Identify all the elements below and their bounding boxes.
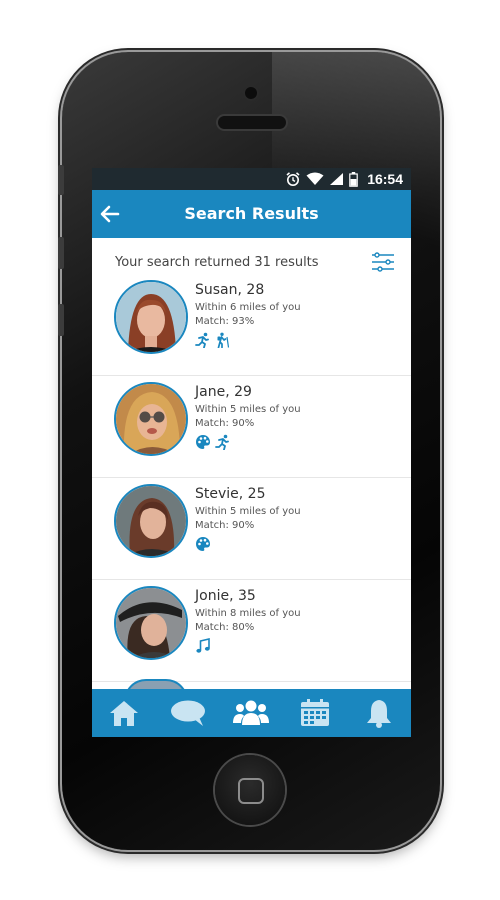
home-icon: [109, 701, 138, 726]
running-icon: [195, 332, 209, 348]
home-button-square: [238, 778, 264, 804]
running-icon: [215, 434, 229, 450]
mute-switch: [58, 165, 64, 195]
palette-icon: [196, 435, 210, 449]
profile-name: Stevie, 25: [195, 486, 266, 502]
page-title: Search Results: [184, 204, 319, 223]
app-screen: 16:54 Search Results Your search returne…: [92, 168, 411, 737]
profile-distance: Within 6 miles of you: [195, 302, 301, 313]
profile-distance: Within 5 miles of you: [195, 404, 301, 415]
volume-up-button: [58, 237, 64, 269]
volume-down-button: [58, 304, 64, 336]
profile-name: Jane, 29: [195, 384, 252, 400]
interest-icons: [195, 332, 231, 348]
palette-icon: [196, 537, 210, 551]
bottom-nav: [92, 689, 411, 737]
battery-icon: [349, 171, 358, 187]
profile-match: Match: 90%: [195, 520, 255, 531]
profile-distance: Within 8 miles of you: [195, 608, 301, 619]
nav-home[interactable]: [104, 693, 144, 733]
profile-name: Susan, 28: [195, 282, 265, 298]
profile-distance: Within 5 miles of you: [195, 506, 301, 517]
filter-sliders-icon[interactable]: [371, 252, 395, 272]
bell-icon: [367, 700, 392, 728]
hiking-icon: [217, 332, 230, 348]
alarm-icon: [286, 172, 300, 186]
status-bar: 16:54: [92, 168, 411, 190]
calendar-icon: [301, 699, 330, 726]
avatar[interactable]: [114, 382, 188, 456]
profile-name: Jonie, 35: [195, 588, 256, 604]
wifi-icon: [306, 172, 324, 185]
interest-icons: [195, 638, 211, 654]
nav-calendar[interactable]: [295, 693, 335, 733]
list-item[interactable]: Stevie, 25 Within 5 miles of you Match: …: [92, 478, 411, 580]
avatar[interactable]: [114, 586, 188, 660]
chat-icon: [170, 700, 205, 726]
avatar[interactable]: [114, 280, 188, 354]
interest-icons: [195, 434, 231, 450]
earpiece-speaker: [218, 116, 286, 129]
list-item[interactable]: Jonie, 35 Within 8 miles of you Match: 8…: [92, 580, 411, 682]
list-item[interactable]: Jane, 29 Within 5 miles of you Match: 90…: [92, 376, 411, 478]
interest-icons: [195, 536, 211, 552]
app-bar: Search Results: [92, 190, 411, 238]
results-list: Susan, 28 Within 6 miles of you Match: 9…: [92, 274, 411, 682]
profile-match: Match: 80%: [195, 622, 255, 633]
profile-match: Match: 90%: [195, 418, 255, 429]
profile-match: Match: 93%: [195, 316, 255, 327]
nav-people[interactable]: [231, 693, 271, 733]
front-camera: [245, 87, 257, 99]
nav-chat[interactable]: [168, 693, 208, 733]
avatar[interactable]: [114, 484, 188, 558]
signal-icon: [330, 173, 344, 185]
status-time: 16:54: [367, 171, 403, 187]
home-button[interactable]: [215, 755, 285, 825]
nav-notifications[interactable]: [359, 693, 399, 733]
results-summary: Your search returned 31 results: [115, 255, 319, 270]
people-icon: [233, 700, 270, 725]
list-item[interactable]: Susan, 28 Within 6 miles of you Match: 9…: [92, 274, 411, 376]
music-note-icon: [196, 638, 210, 653]
status-icons: 16:54: [285, 170, 403, 188]
